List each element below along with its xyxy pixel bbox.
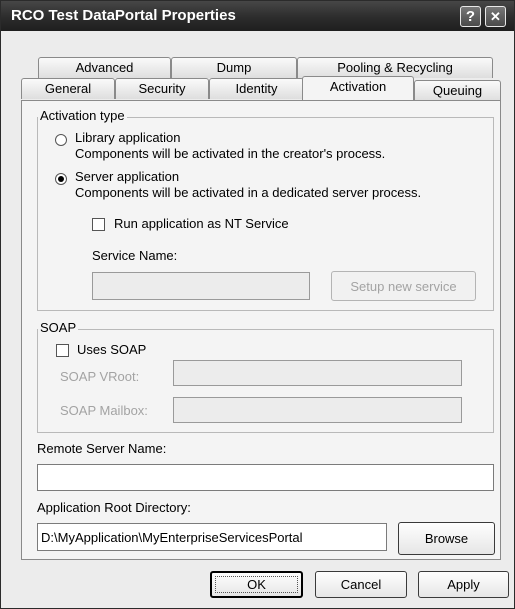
- help-icon: ?: [465, 8, 476, 25]
- cancel-button[interactable]: Cancel: [315, 571, 407, 598]
- close-button[interactable]: ✕: [485, 6, 506, 27]
- nt-service-label[interactable]: Run application as NT Service: [114, 216, 289, 232]
- tab-activation[interactable]: Activation: [302, 76, 414, 100]
- focus-ring: [215, 576, 298, 593]
- application-root-directory-label: Application Root Directory:: [37, 500, 191, 515]
- ok-button[interactable]: OK: [210, 571, 303, 598]
- tab-label: Pooling & Recycling: [337, 60, 453, 75]
- tab-label: Queuing: [432, 83, 483, 98]
- browse-button[interactable]: Browse: [398, 522, 495, 555]
- properties-dialog: RCO Test DataPortal Properties ? ✕ Advan…: [0, 0, 515, 609]
- activation-panel: Activation type Library application Comp…: [21, 100, 501, 560]
- library-application-description: Components will be activated in the crea…: [75, 146, 386, 161]
- tab-dump[interactable]: Dump: [171, 57, 297, 78]
- tab-queuing[interactable]: Queuing: [414, 80, 501, 101]
- server-application-label[interactable]: Server application: [75, 169, 179, 185]
- remote-server-name-label: Remote Server Name:: [37, 441, 167, 456]
- tab-label: Activation: [329, 79, 387, 94]
- radio-selected-dot: [58, 176, 64, 182]
- tab-advanced[interactable]: Advanced: [38, 57, 171, 78]
- server-application-description: Components will be activated in a dedica…: [75, 185, 422, 200]
- soap-vroot-label: SOAP VRoot:: [60, 369, 140, 384]
- soap-legend: SOAP: [38, 320, 79, 335]
- title-bar[interactable]: RCO Test DataPortal Properties ? ✕: [1, 1, 514, 31]
- uses-soap-label[interactable]: Uses SOAP: [77, 342, 146, 358]
- library-application-label[interactable]: Library application: [75, 130, 181, 146]
- service-name-input[interactable]: [92, 272, 310, 300]
- help-button[interactable]: ?: [460, 6, 481, 27]
- service-name-label: Service Name:: [92, 248, 178, 263]
- apply-button[interactable]: Apply: [418, 571, 509, 598]
- soap-mailbox-input[interactable]: [173, 397, 462, 423]
- close-icon: ✕: [490, 9, 501, 24]
- tab-identity[interactable]: Identity: [209, 78, 304, 99]
- uses-soap-checkbox[interactable]: [56, 344, 69, 357]
- soap-vroot-input[interactable]: [173, 360, 462, 386]
- nt-service-checkbox[interactable]: [92, 218, 105, 231]
- tab-security[interactable]: Security: [115, 78, 209, 99]
- tab-label: Identity: [235, 81, 278, 96]
- window-title: RCO Test DataPortal Properties: [11, 7, 236, 24]
- remote-server-name-input[interactable]: [37, 464, 494, 491]
- tab-pooling-recycling[interactable]: Pooling & Recycling: [297, 57, 493, 78]
- tab-general[interactable]: General: [21, 78, 115, 99]
- server-application-radio[interactable]: [55, 173, 67, 185]
- tab-label: Advanced: [75, 60, 134, 75]
- application-root-directory-input[interactable]: [37, 523, 387, 551]
- tab-label: General: [44, 81, 92, 96]
- library-application-radio[interactable]: [55, 134, 67, 146]
- tab-label: Security: [138, 81, 186, 96]
- setup-new-service-button[interactable]: Setup new service: [331, 271, 476, 301]
- activation-type-legend: Activation type: [38, 108, 127, 123]
- tab-label: Dump: [216, 60, 252, 75]
- soap-mailbox-label: SOAP Mailbox:: [60, 403, 148, 418]
